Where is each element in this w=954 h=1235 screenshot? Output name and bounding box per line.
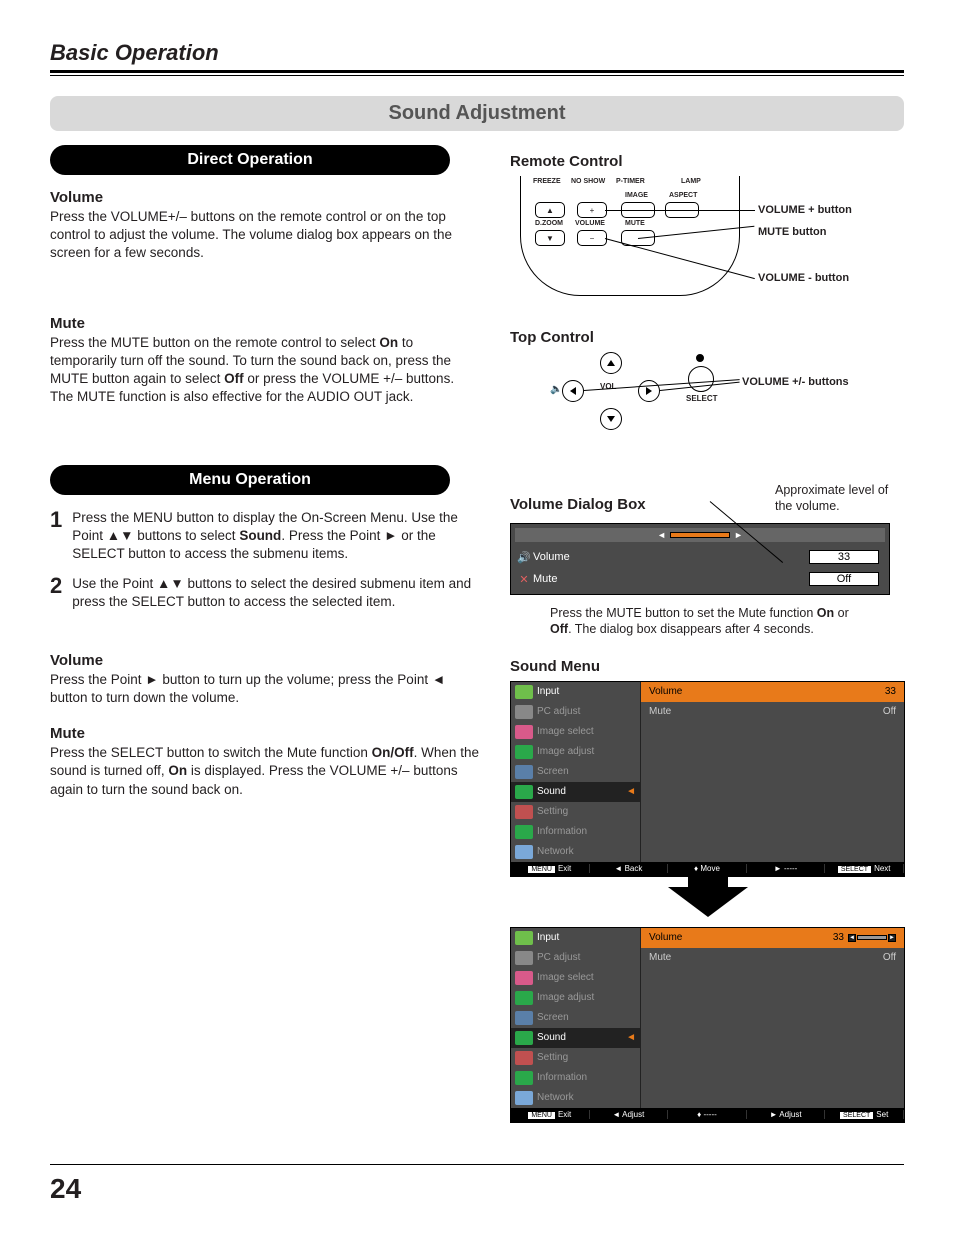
volume-heading: Volume bbox=[50, 189, 480, 206]
volume-dialog-box: ◄► 🔊 Volume 33 ✕ Mute Off bbox=[510, 523, 890, 595]
speaker-icon: 🔊 bbox=[515, 551, 533, 564]
top-control-diagram: VOL 🔈 SELECT VOLUME +/- buttons bbox=[510, 352, 905, 452]
sound-menu-heading: Sound Menu bbox=[510, 658, 905, 675]
volume-value: 33 bbox=[809, 550, 879, 564]
remote-control-heading: Remote Control bbox=[510, 153, 905, 170]
callout-volume-plus: VOLUME + button bbox=[758, 204, 852, 216]
menu-mute-text: Press the SELECT button to switch the Mu… bbox=[50, 744, 480, 799]
callout-volume-minus: VOLUME - button bbox=[758, 272, 849, 284]
mute-value: Off bbox=[809, 572, 879, 586]
callout-mute: MUTE button bbox=[758, 226, 826, 238]
remote-control-diagram: FREEZE NO SHOW P-TIMER LAMP IMAGE ASPECT… bbox=[510, 176, 905, 321]
section-header: Basic Operation bbox=[50, 40, 904, 70]
menu-volume-heading: Volume bbox=[50, 652, 480, 669]
menu-volume-text: Press the Point ► button to turn up the … bbox=[50, 671, 480, 707]
page-title: Sound Adjustment bbox=[50, 96, 904, 131]
mute-heading: Mute bbox=[50, 315, 480, 332]
mute-text: Press the MUTE button on the remote cont… bbox=[50, 334, 480, 407]
step-1: 1 Press the MENU button to display the O… bbox=[50, 509, 480, 564]
top-control-heading: Top Control bbox=[510, 329, 905, 346]
volume-plus-button: + bbox=[577, 202, 607, 218]
approx-level-note: Approximate level of the volume. bbox=[775, 482, 905, 515]
divider bbox=[50, 75, 904, 76]
sound-menu-1: InputVolume33PC adjustMuteOffImage selec… bbox=[510, 681, 905, 877]
volume-dialog-note: Press the MUTE button to set the Mute fu… bbox=[550, 605, 850, 638]
footer-divider bbox=[50, 1164, 904, 1165]
divider bbox=[50, 70, 904, 73]
step-2: 2 Use the Point ▲▼ buttons to select the… bbox=[50, 575, 480, 611]
menu-operation-heading: Menu Operation bbox=[50, 465, 450, 495]
menu-mute-heading: Mute bbox=[50, 725, 480, 742]
page-number: 24 bbox=[50, 1173, 81, 1205]
direct-operation-heading: Direct Operation bbox=[50, 145, 450, 175]
mute-icon: ✕ bbox=[515, 573, 533, 586]
down-arrow-icon bbox=[668, 887, 748, 917]
sound-menu-2: InputVolume33◄►PC adjustMuteOffImage sel… bbox=[510, 927, 905, 1123]
volume-dialog-heading: Volume Dialog Box bbox=[510, 496, 646, 513]
callout-volume-pm: VOLUME +/- buttons bbox=[742, 376, 849, 388]
volume-minus-button: − bbox=[577, 230, 607, 246]
volume-text: Press the VOLUME+/– buttons on the remot… bbox=[50, 208, 480, 263]
